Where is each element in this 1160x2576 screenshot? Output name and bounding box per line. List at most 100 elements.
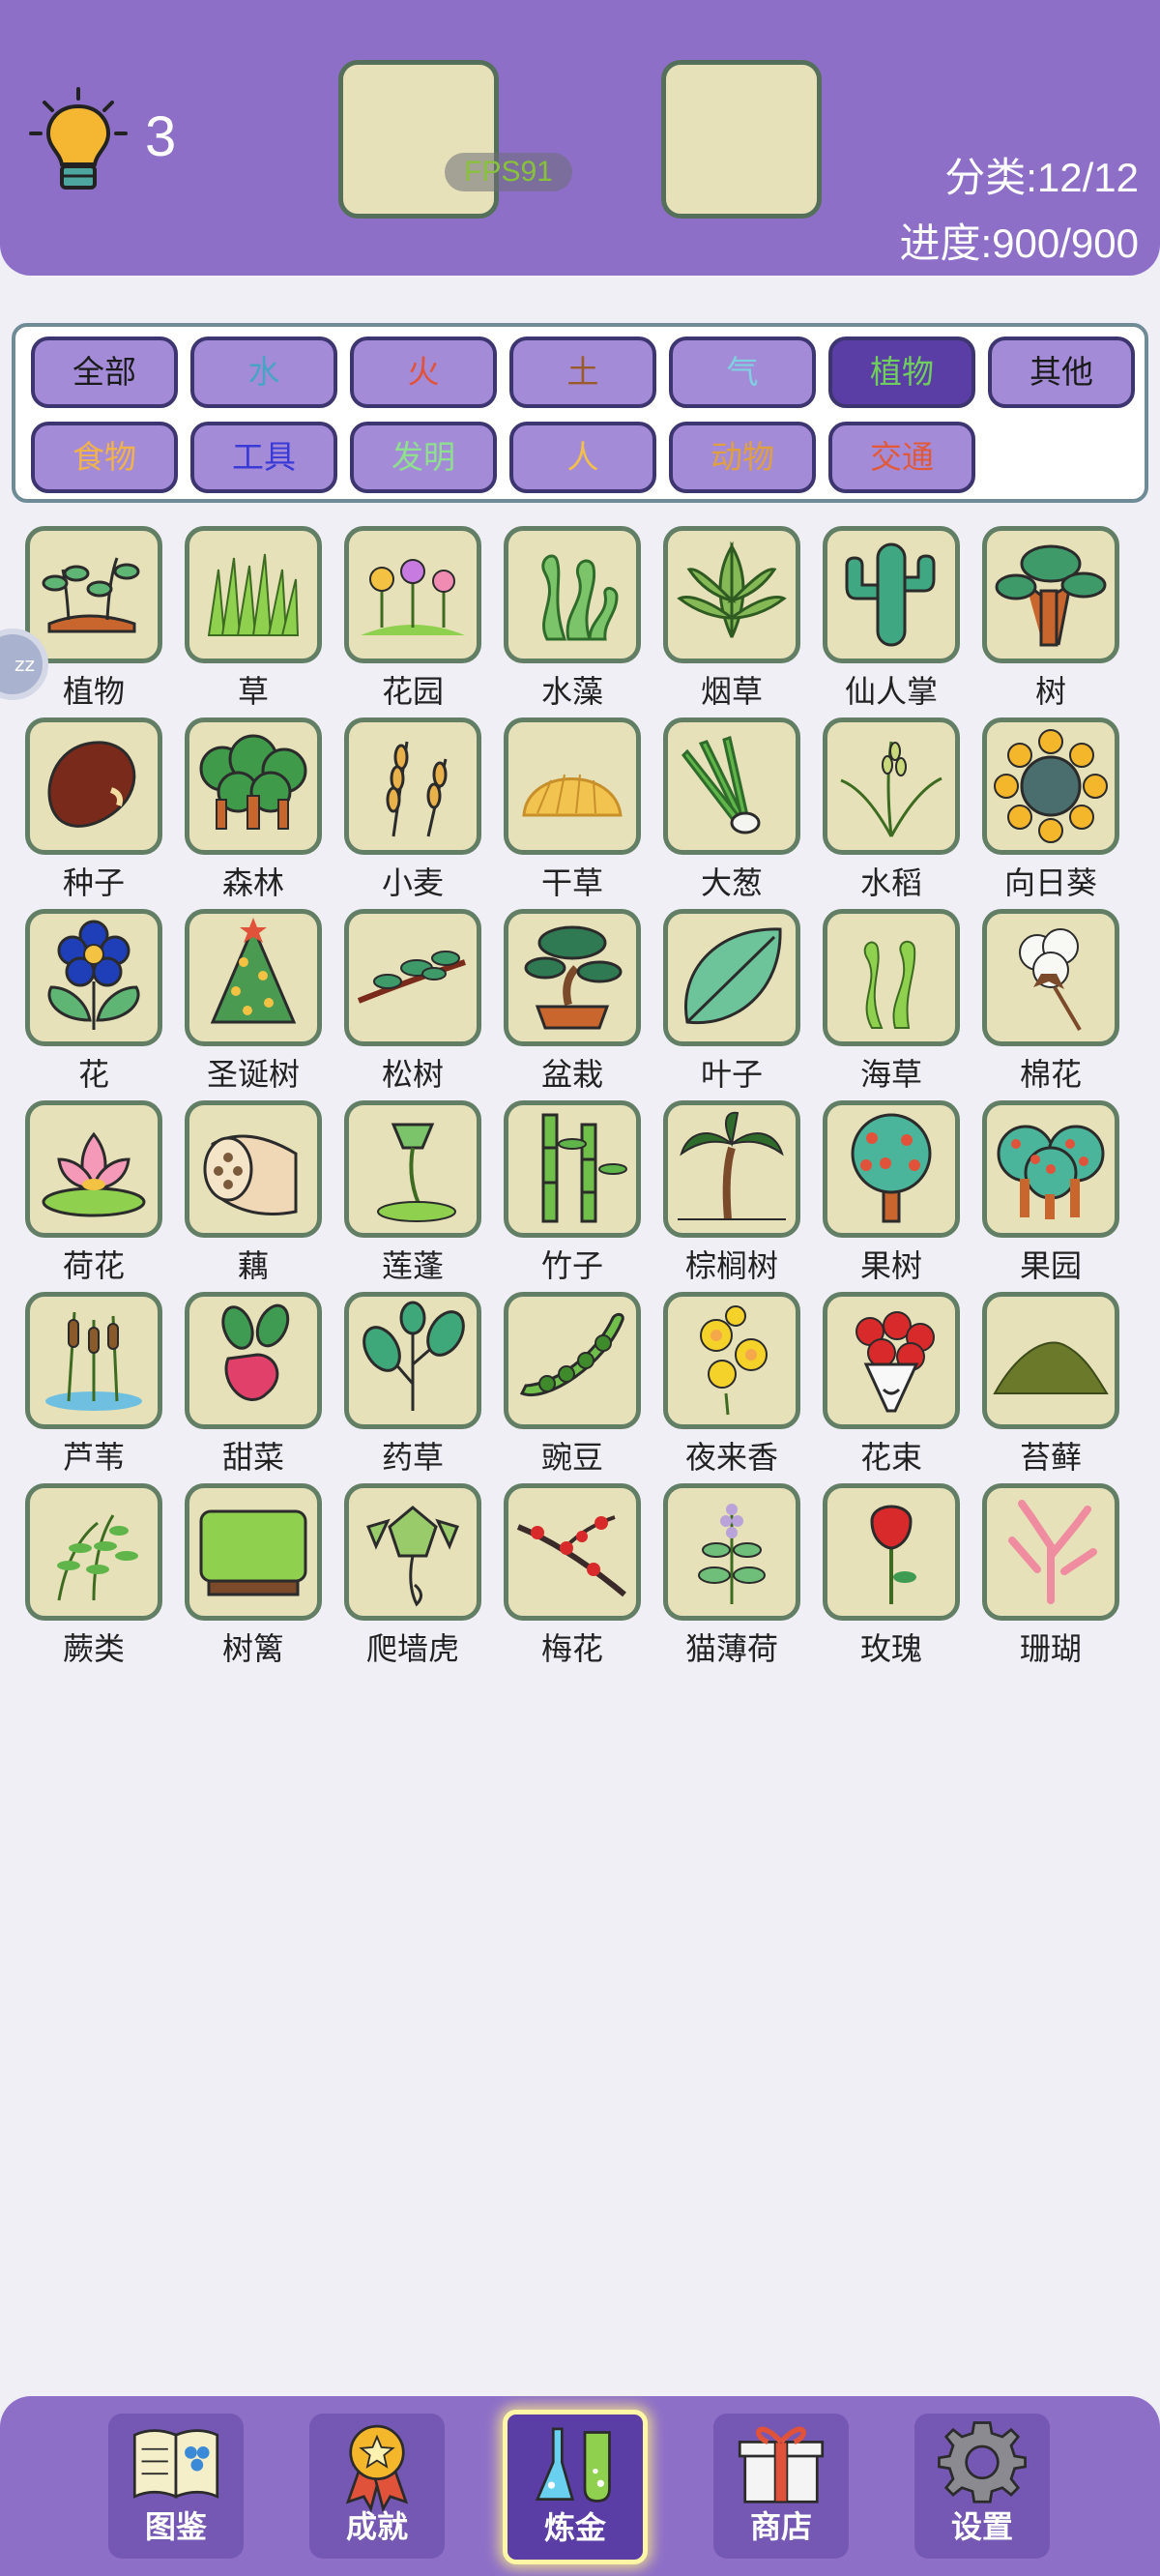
filter-tab[interactable]: 工具 bbox=[190, 422, 337, 493]
item-tile[interactable] bbox=[982, 1292, 1119, 1429]
progress-stat: 进度:900/900 bbox=[899, 220, 1140, 266]
item-label: 种子 bbox=[62, 864, 125, 901]
lightbulb-icon[interactable] bbox=[25, 83, 131, 199]
item-tile[interactable] bbox=[185, 717, 322, 855]
item-tile[interactable] bbox=[823, 526, 960, 663]
nav-label: 成就 bbox=[345, 2508, 408, 2545]
hedge-icon bbox=[199, 1509, 307, 1596]
item-label: 叶子 bbox=[700, 1056, 763, 1093]
item-tile[interactable] bbox=[823, 717, 960, 855]
fern-icon bbox=[57, 1514, 138, 1601]
item-tile[interactable] bbox=[25, 1483, 162, 1621]
item-tile[interactable] bbox=[344, 717, 481, 855]
item-tile[interactable] bbox=[504, 1292, 641, 1429]
filter-tab[interactable]: 动物 bbox=[669, 422, 816, 493]
pea-icon bbox=[519, 1312, 624, 1396]
forest-icon bbox=[199, 734, 307, 830]
item-tile[interactable] bbox=[982, 1483, 1119, 1621]
algae-icon bbox=[541, 554, 619, 641]
medal-icon bbox=[345, 2424, 409, 2513]
filter-tab[interactable]: 火 bbox=[350, 337, 497, 408]
item-tile[interactable] bbox=[663, 717, 800, 855]
filter-tab[interactable]: 气 bbox=[669, 337, 816, 408]
item-tile[interactable] bbox=[663, 1292, 800, 1429]
item-label: 树 bbox=[1034, 673, 1066, 710]
item-tile[interactable] bbox=[663, 909, 800, 1046]
item-tile[interactable] bbox=[982, 1100, 1119, 1238]
filter-tab[interactable]: 其他 bbox=[988, 337, 1135, 408]
bouquet-icon bbox=[856, 1311, 935, 1413]
item-tile[interactable] bbox=[504, 717, 641, 855]
item-label: 仙人掌 bbox=[844, 673, 938, 710]
item-label: 干草 bbox=[540, 864, 603, 901]
hay-icon bbox=[522, 774, 623, 817]
item-label: 藕 bbox=[237, 1247, 269, 1284]
item-tile[interactable] bbox=[982, 909, 1119, 1046]
item-tile[interactable] bbox=[504, 909, 641, 1046]
item-label: 芦苇 bbox=[62, 1439, 125, 1476]
item-label: 小麦 bbox=[381, 864, 444, 901]
nav-gift[interactable]: 商店 bbox=[713, 2414, 849, 2559]
item-label: 药草 bbox=[381, 1439, 444, 1476]
item-tile[interactable] bbox=[25, 1100, 162, 1238]
item-tile[interactable] bbox=[344, 909, 481, 1046]
filter-tab[interactable]: 人 bbox=[509, 422, 656, 493]
nav-gear[interactable]: 设置 bbox=[914, 2414, 1050, 2559]
catnip-icon bbox=[698, 1504, 766, 1604]
filter-tab[interactable]: 交通 bbox=[828, 422, 975, 493]
item-tile[interactable] bbox=[504, 1483, 641, 1621]
herb-icon bbox=[362, 1301, 465, 1411]
filter-tab[interactable]: 食物 bbox=[31, 422, 178, 493]
nav-flask[interactable]: 炼金 bbox=[503, 2410, 648, 2564]
item-tile[interactable] bbox=[663, 1100, 800, 1238]
filter-tab[interactable]: 植物 bbox=[828, 337, 975, 408]
flower-icon bbox=[47, 920, 140, 1030]
book-icon bbox=[132, 2429, 219, 2499]
item-tile[interactable] bbox=[344, 1292, 481, 1429]
item-tile[interactable] bbox=[185, 1292, 322, 1429]
lotus-root-icon bbox=[203, 1134, 298, 1215]
item-tile[interactable] bbox=[25, 717, 162, 855]
item-tile[interactable] bbox=[823, 1483, 960, 1621]
item-label: 圣诞树 bbox=[206, 1056, 300, 1093]
item-label: 竹子 bbox=[540, 1247, 603, 1284]
item-tile[interactable] bbox=[982, 526, 1119, 663]
item-tile[interactable] bbox=[185, 1483, 322, 1621]
item-tile[interactable] bbox=[504, 526, 641, 663]
item-tile[interactable] bbox=[823, 909, 960, 1046]
item-label: 果园 bbox=[1019, 1247, 1082, 1284]
bottom-nav: 图鉴 成就 炼金 商店 设置 bbox=[0, 2396, 1160, 2576]
item-tile[interactable] bbox=[823, 1100, 960, 1238]
item-tile[interactable] bbox=[25, 526, 162, 663]
item-tile[interactable] bbox=[344, 526, 481, 663]
nav-medal[interactable]: 成就 bbox=[309, 2414, 445, 2559]
filter-tab[interactable]: 全部 bbox=[31, 337, 178, 408]
seed-icon bbox=[47, 741, 136, 828]
filter-tab[interactable]: 土 bbox=[509, 337, 656, 408]
item-tile[interactable] bbox=[663, 1483, 800, 1621]
combine-slot-1[interactable] bbox=[338, 60, 499, 219]
filter-tab[interactable]: 发明 bbox=[350, 422, 497, 493]
item-tile[interactable] bbox=[25, 1292, 162, 1429]
item-tile[interactable] bbox=[25, 909, 162, 1046]
item-tile[interactable] bbox=[185, 1100, 322, 1238]
nav-book[interactable]: 图鉴 bbox=[108, 2414, 244, 2559]
item-tile[interactable] bbox=[185, 526, 322, 663]
item-tile[interactable] bbox=[663, 526, 800, 663]
item-label: 花园 bbox=[381, 673, 444, 710]
item-label: 盆栽 bbox=[540, 1056, 603, 1093]
item-tile[interactable] bbox=[344, 1483, 481, 1621]
combine-slot-2[interactable] bbox=[661, 60, 822, 219]
flask-icon bbox=[535, 2427, 611, 2503]
item-tile[interactable] bbox=[504, 1100, 641, 1238]
filter-tab[interactable]: 水 bbox=[190, 337, 337, 408]
nav-label: 图鉴 bbox=[144, 2508, 207, 2545]
item-label: 甜菜 bbox=[221, 1439, 284, 1476]
item-tile[interactable] bbox=[982, 717, 1119, 855]
item-tile[interactable] bbox=[185, 909, 322, 1046]
top-bar: 3 FPS91 分类:12/12 进度:900/900 bbox=[0, 0, 1160, 276]
pine-branch-icon bbox=[357, 951, 466, 1004]
item-tile[interactable] bbox=[344, 1100, 481, 1238]
item-tile[interactable] bbox=[823, 1292, 960, 1429]
lotus-icon bbox=[42, 1131, 146, 1217]
